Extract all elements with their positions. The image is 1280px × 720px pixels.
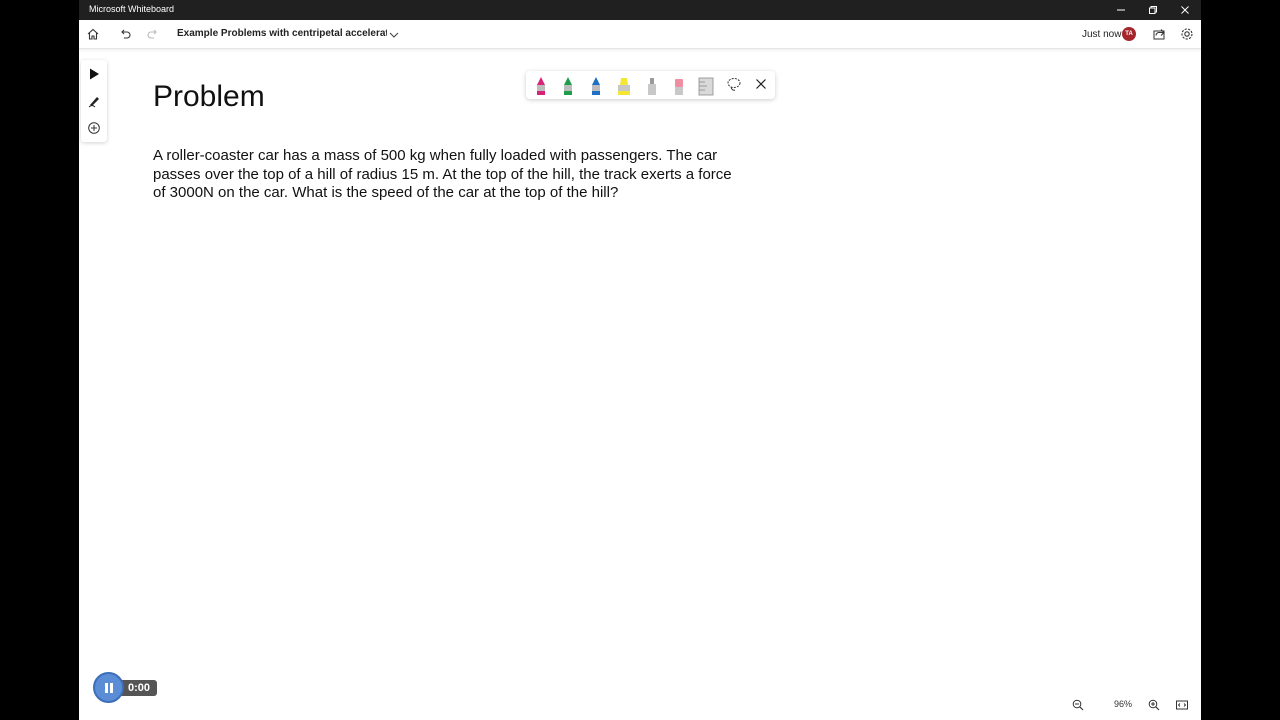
canvas-heading[interactable]: Problem xyxy=(153,80,265,114)
add-icon[interactable] xyxy=(84,118,104,138)
avatar[interactable]: TA xyxy=(1122,27,1136,41)
recording-control: 0:00 xyxy=(93,672,158,704)
share-icon[interactable] xyxy=(1149,24,1169,44)
zoom-out-icon[interactable] xyxy=(1068,695,1088,715)
close-icon[interactable] xyxy=(1170,0,1200,20)
select-pointer-icon[interactable] xyxy=(84,64,104,84)
pen-green[interactable] xyxy=(559,75,577,97)
lasso-icon[interactable] xyxy=(725,74,743,96)
pen-blue[interactable] xyxy=(587,75,605,97)
close-icon[interactable] xyxy=(752,74,770,96)
eraser[interactable] xyxy=(670,75,688,97)
ruler[interactable] xyxy=(697,75,715,97)
pause-button[interactable] xyxy=(93,672,124,703)
undo-icon[interactable] xyxy=(115,24,135,44)
zoom-controls: 96% xyxy=(1067,694,1195,716)
fit-screen-icon[interactable] xyxy=(1172,695,1192,715)
zoom-in-icon[interactable] xyxy=(1144,695,1164,715)
title-bar: Microsoft Whiteboard xyxy=(79,0,1201,20)
save-status: Just now xyxy=(1082,29,1122,40)
gear-icon[interactable] xyxy=(1177,24,1197,44)
minimize-icon[interactable] xyxy=(1106,0,1136,20)
board-title[interactable]: Example Problems with centripetal accele… xyxy=(177,28,387,39)
home-icon[interactable] xyxy=(83,24,103,44)
app-title: Microsoft Whiteboard xyxy=(89,4,175,14)
redo-icon[interactable] xyxy=(143,24,163,44)
pause-icon xyxy=(104,682,113,693)
pen-pink[interactable] xyxy=(532,75,550,97)
zoom-level: 96% xyxy=(1113,699,1132,709)
recording-timer: 0:00 xyxy=(121,680,157,696)
pen-icon[interactable] xyxy=(84,91,104,111)
restore-icon[interactable] xyxy=(1138,0,1168,20)
chevron-down-icon[interactable] xyxy=(388,28,400,46)
ink-toolbar xyxy=(526,71,775,99)
whiteboard-window: Microsoft Whiteboard Example Problems wi… xyxy=(79,0,1201,720)
highlighter-yellow[interactable] xyxy=(615,75,633,97)
problem-text[interactable]: A roller-coaster car has a mass of 500 k… xyxy=(153,147,743,203)
top-toolbar: Example Problems with centripetal accele… xyxy=(79,20,1201,49)
left-tool-panel xyxy=(81,60,107,142)
pen-gray[interactable] xyxy=(643,75,661,97)
